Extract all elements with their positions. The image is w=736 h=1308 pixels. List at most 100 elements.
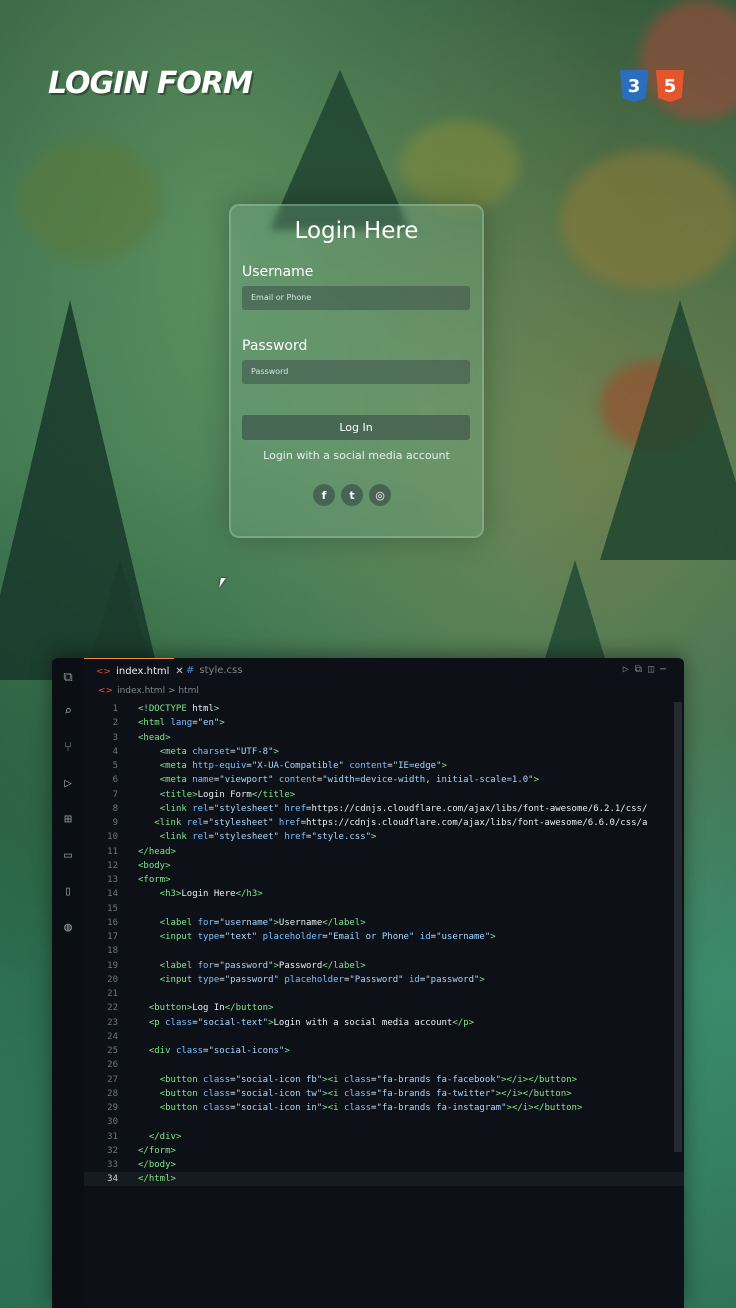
git-graph-icon[interactable]: ◍ — [60, 920, 76, 936]
code-text: </body> — [138, 1160, 176, 1170]
code-line[interactable]: 12 <body> — [84, 859, 684, 873]
code-text: <head> — [138, 732, 171, 743]
breadcrumb-element[interactable]: html — [178, 686, 199, 696]
code-text: <link rel="stylesheet" href=https://cdnj… — [159, 803, 648, 814]
login-card: Login Here Username Email or Phone Passw… — [229, 204, 484, 538]
code-line[interactable]: 6 <meta name="viewport" content="width=d… — [84, 773, 684, 787]
line-number: 14 — [107, 889, 118, 900]
tab-bar: <> index.html ✕ # style.css ▷⧉◫⋯ — [84, 658, 684, 684]
code-line[interactable]: 14 <h3>Login Here</h3> — [84, 887, 684, 901]
run-icon[interactable]: ▷ — [623, 664, 635, 675]
code-text: <meta name="viewport" content="width=dev… — [159, 775, 540, 786]
search-icon[interactable]: ⌕ — [60, 704, 76, 720]
code-text: <html lang="en"> — [138, 718, 225, 729]
username-label: Username — [242, 264, 314, 280]
code-line[interactable]: 10 <link rel="stylesheet" href="style.cs… — [84, 830, 684, 844]
code-line[interactable]: 8 <link rel="stylesheet" href=https://cd… — [84, 802, 684, 816]
extensions-icon[interactable]: ⊞ — [60, 812, 76, 828]
css3-icon: 3 — [620, 70, 648, 102]
line-number: 20 — [107, 974, 118, 985]
code-line[interactable]: 30 — [84, 1115, 684, 1129]
code-line[interactable]: 32 </form> — [84, 1144, 684, 1158]
code-line[interactable]: 28 <button class="social-icon tw"><i cla… — [84, 1087, 684, 1101]
code-line[interactable]: 33 </body> — [84, 1158, 684, 1172]
line-number: 27 — [107, 1074, 118, 1085]
code-line[interactable]: 27 <button class="social-icon fb"><i cla… — [84, 1073, 684, 1087]
html-file-icon: <> — [98, 686, 114, 696]
split-editor-icon[interactable]: ◫ — [648, 664, 660, 675]
code-text: <label for="username">Username</label> — [159, 917, 366, 928]
code-text: <body> — [138, 860, 171, 871]
line-number: 9 — [112, 818, 118, 828]
code-text: <link rel="stylesheet" href=https://cdnj… — [154, 818, 648, 828]
code-line[interactable]: 25 <div class="social-icons"> — [84, 1044, 684, 1058]
code-line[interactable]: 16 <label for="username">Username</label… — [84, 916, 684, 930]
code-text: <label for="password">Password</label> — [159, 960, 366, 971]
line-number: 6 — [112, 775, 118, 786]
code-text: </div> — [148, 1131, 182, 1142]
code-line[interactable]: 4 <meta charset="UTF-8"> — [84, 745, 684, 759]
code-line[interactable]: 29 <button class="social-icon in"><i cla… — [84, 1101, 684, 1115]
code-line[interactable]: 7 <title>Login Form</title> — [84, 788, 684, 802]
code-line[interactable]: 2 <html lang="en"> — [84, 716, 684, 730]
close-icon[interactable]: ✕ — [175, 666, 183, 677]
line-number: 34 — [107, 1174, 118, 1185]
code-line[interactable]: 1 <!DOCTYPE html> — [84, 702, 684, 716]
code-line[interactable]: 15 — [84, 902, 684, 916]
code-text: <title>Login Form</title> — [159, 789, 296, 800]
code-line[interactable]: 5 <meta http-equiv="X-UA-Compatible" con… — [84, 759, 684, 773]
folder-icon[interactable]: ▭ — [60, 848, 76, 864]
code-line[interactable]: 26 — [84, 1058, 684, 1072]
username-input[interactable]: Email or Phone — [242, 286, 470, 310]
code-line[interactable]: 9 <link rel="stylesheet" href=https://cd… — [84, 816, 684, 830]
code-line[interactable]: 20 <input type="password" placeholder="P… — [84, 973, 684, 987]
code-line[interactable]: 22 <button>Log In</button> — [84, 1001, 684, 1015]
twitter-icon[interactable]: t — [341, 484, 363, 506]
code-text: <div class="social-icons"> — [148, 1046, 290, 1056]
code-line[interactable]: 31 </div> — [84, 1130, 684, 1144]
code-line[interactable]: 11 </head> — [84, 845, 684, 859]
login-button[interactable]: Log In — [242, 415, 470, 440]
breadcrumb-file[interactable]: index.html — [117, 686, 165, 696]
line-number: 5 — [112, 761, 118, 771]
open-preview-icon[interactable]: ⧉ — [635, 664, 648, 675]
code-line[interactable]: 24 — [84, 1030, 684, 1044]
line-number: 29 — [107, 1103, 118, 1113]
scrollbar[interactable] — [674, 702, 682, 1152]
code-line[interactable]: 17 <input type="text" placeholder="Email… — [84, 930, 684, 944]
line-number: 12 — [107, 860, 118, 871]
line-number: 26 — [107, 1060, 118, 1071]
password-input[interactable]: Password — [242, 360, 470, 384]
social-icons: f t ◎ — [313, 484, 391, 506]
tab-index-html[interactable]: <> index.html ✕ — [84, 658, 184, 684]
line-number: 11 — [107, 846, 118, 857]
code-line[interactable]: 18 — [84, 944, 684, 958]
html-file-icon: <> — [96, 667, 112, 677]
source-control-icon[interactable]: ⑂ — [60, 740, 76, 756]
code-text: <link rel="stylesheet" href="style.css"> — [159, 832, 377, 843]
code-line[interactable]: 21 — [84, 987, 684, 1001]
line-number: 31 — [107, 1131, 118, 1142]
device-icon[interactable]: ▯ — [60, 884, 76, 900]
code-line[interactable]: 19 <label for="password">Password</label… — [84, 959, 684, 973]
line-number: 4 — [112, 746, 118, 757]
code-line[interactable]: 23 <p class="social-text">Login with a s… — [84, 1016, 684, 1030]
more-icon[interactable]: ⋯ — [660, 664, 672, 675]
files-icon[interactable]: ⧉ — [60, 670, 76, 686]
code-text: <input type="password" placeholder="Pass… — [159, 974, 485, 985]
mouse-cursor-icon — [219, 578, 226, 588]
code-line[interactable]: 34 </html> — [84, 1172, 684, 1187]
login-title: Login Here — [294, 218, 419, 244]
code-text: <input type="text" placeholder="Email or… — [159, 932, 496, 942]
tab-style-css[interactable]: # style.css — [186, 658, 242, 684]
code-text: <meta http-equiv="X-UA-Compatible" conte… — [159, 761, 447, 771]
autumn-foliage — [560, 150, 736, 290]
instagram-icon[interactable]: ◎ — [369, 484, 391, 506]
code-text: </head> — [138, 846, 176, 857]
facebook-icon[interactable]: f — [313, 484, 335, 506]
run-debug-icon[interactable]: ▷ — [60, 776, 76, 792]
page-title: LOGIN FORM — [48, 66, 253, 101]
code-line[interactable]: 13 <form> — [84, 873, 684, 887]
code-line[interactable]: 3 <head> — [84, 731, 684, 745]
line-number: 24 — [107, 1031, 118, 1042]
